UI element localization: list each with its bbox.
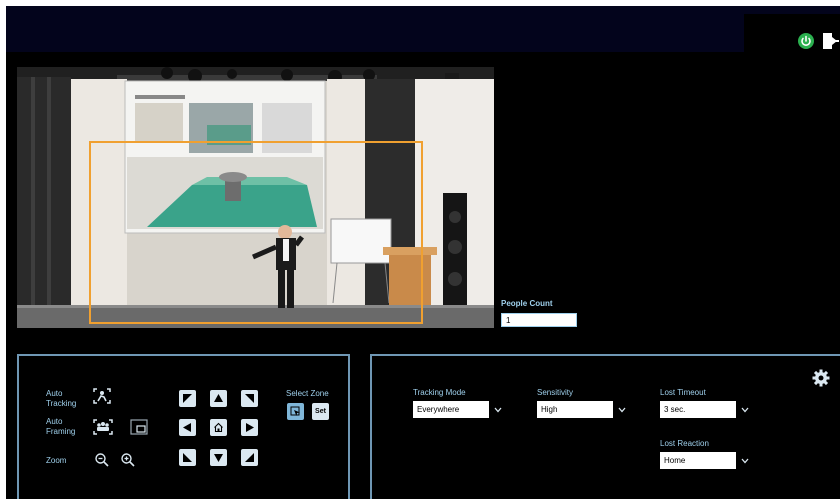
lost-timeout-select[interactable]: 3 sec.	[660, 401, 754, 418]
lost-timeout-label: Lost Timeout	[660, 388, 706, 397]
lost-reaction-select[interactable]: Home	[660, 452, 754, 469]
arrow-right-icon[interactable]	[241, 419, 258, 436]
zoom-label: Zoom	[46, 456, 67, 465]
group-target-icon[interactable]	[92, 418, 114, 436]
gear-icon[interactable]	[812, 369, 830, 387]
tracking-mode-label: Tracking Mode	[413, 388, 466, 397]
camera-image	[17, 67, 494, 328]
set-zone-button[interactable]: Set	[312, 403, 329, 420]
top-bar	[6, 6, 840, 52]
chevron-down-icon[interactable]	[613, 401, 631, 418]
arrow-up-icon[interactable]	[210, 390, 227, 407]
app-window: People Count 1 Auto Tracking Auto Framin…	[6, 6, 840, 499]
camera-feed[interactable]	[17, 67, 494, 328]
chevron-down-icon[interactable]	[736, 401, 754, 418]
chevron-down-icon[interactable]	[736, 452, 754, 469]
sensitivity-value: High	[537, 401, 613, 418]
arrow-down-left-icon[interactable]	[179, 449, 196, 466]
auto-framing-label: Auto Framing	[46, 417, 76, 436]
chevron-down-icon[interactable]	[489, 401, 507, 418]
home-icon[interactable]	[210, 419, 227, 436]
cursor-select-icon[interactable]	[287, 403, 304, 420]
people-count-field: 1	[501, 313, 577, 327]
arrow-down-right-icon[interactable]	[241, 449, 258, 466]
arrow-up-right-icon[interactable]	[241, 390, 258, 407]
tracking-mode-value: Everywhere	[413, 401, 489, 418]
auto-tracking-label: Auto Tracking	[46, 389, 77, 408]
tracking-mode-select[interactable]: Everywhere	[413, 401, 507, 418]
lost-timeout-value: 3 sec.	[660, 401, 736, 418]
arrow-down-icon[interactable]	[210, 449, 227, 466]
zoom-in-icon[interactable]	[120, 452, 136, 468]
lost-reaction-label: Lost Reaction	[660, 439, 709, 448]
zoom-out-icon[interactable]	[94, 452, 110, 468]
power-icon[interactable]	[798, 33, 814, 49]
exit-icon[interactable]	[822, 31, 840, 51]
select-zone-label: Select Zone	[286, 389, 329, 398]
people-count-label: People Count	[501, 299, 553, 308]
arrow-left-icon[interactable]	[179, 419, 196, 436]
sensitivity-select[interactable]: High	[537, 401, 631, 418]
arrow-up-left-icon[interactable]	[179, 390, 196, 407]
sensitivity-label: Sensitivity	[537, 388, 574, 397]
frame-adjust-icon[interactable]	[129, 418, 149, 436]
person-target-icon[interactable]	[92, 387, 112, 405]
lost-reaction-value: Home	[660, 452, 736, 469]
tracking-settings-panel	[370, 354, 840, 499]
